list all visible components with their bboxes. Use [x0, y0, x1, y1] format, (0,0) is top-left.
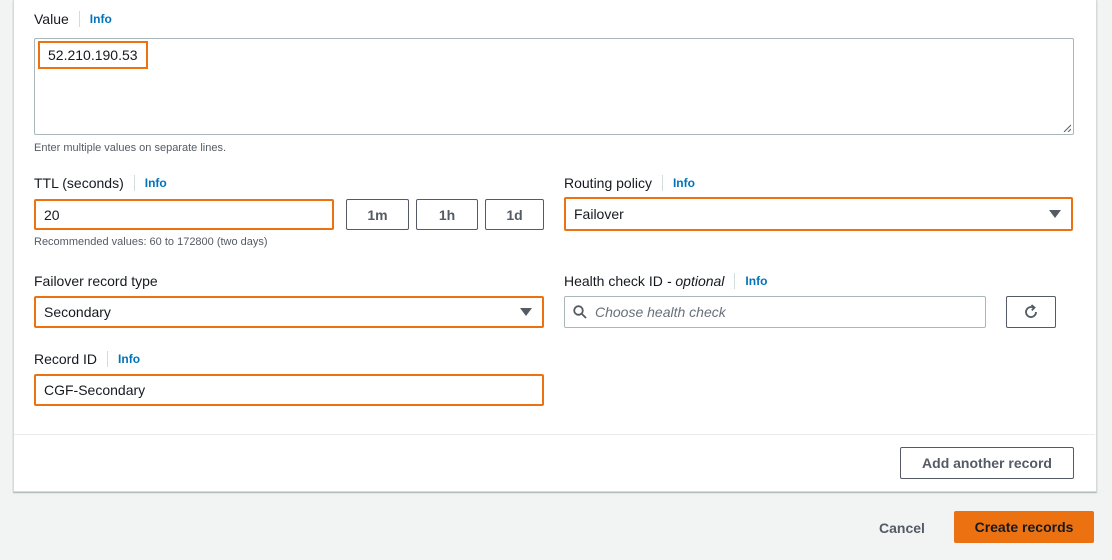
value-hint: Enter multiple values on separate lines.: [34, 142, 226, 154]
caret-down-icon: [520, 308, 532, 316]
separator: [661, 175, 663, 191]
search-icon: [573, 305, 587, 319]
routing-policy-select[interactable]: Failover: [564, 197, 1073, 231]
value-text: 52.210.190.53: [38, 41, 148, 69]
create-records-button[interactable]: Create records: [954, 511, 1094, 543]
value-info-link[interactable]: Info: [90, 12, 112, 26]
cancel-button[interactable]: Cancel: [866, 512, 938, 543]
resize-handle-icon[interactable]: [1063, 124, 1071, 132]
separator: [78, 11, 80, 27]
record-id-label: Record ID: [34, 351, 98, 367]
record-id-label-row: Record ID Info: [34, 351, 140, 367]
separator: [107, 351, 109, 367]
routing-label: Routing policy: [564, 175, 652, 191]
value-label: Value: [34, 11, 69, 27]
ttl-input[interactable]: 20: [34, 199, 334, 230]
value-label-row: Value Info: [34, 11, 112, 27]
routing-info-link[interactable]: Info: [673, 176, 695, 190]
failover-selected: Secondary: [44, 304, 111, 320]
failover-label: Failover record type: [34, 273, 158, 289]
caret-down-icon: [1049, 210, 1061, 218]
ttl-info-link[interactable]: Info: [145, 176, 167, 190]
ttl-label-row: TTL (seconds) Info: [34, 175, 167, 191]
failover-label-row: Failover record type: [34, 273, 158, 289]
ttl-label: TTL (seconds): [34, 175, 124, 191]
failover-record-type-select[interactable]: Secondary: [34, 296, 544, 328]
health-check-label-row: Health check ID - optional Info: [564, 273, 767, 289]
separator: [734, 273, 736, 289]
routing-selected: Failover: [574, 206, 624, 222]
health-check-search-input[interactable]: Choose health check: [564, 296, 986, 328]
ttl-value: 20: [44, 206, 60, 223]
add-another-record-button[interactable]: Add another record: [900, 447, 1074, 479]
ttl-1h-button[interactable]: 1h: [416, 199, 478, 230]
ttl-1d-button[interactable]: 1d: [485, 199, 544, 230]
record-id-info-link[interactable]: Info: [118, 352, 140, 366]
value-textarea[interactable]: 52.210.190.53: [34, 38, 1074, 135]
record-id-input[interactable]: CGF-Secondary: [34, 374, 544, 406]
routing-label-row: Routing policy Info: [564, 175, 695, 191]
record-id-value: CGF-Secondary: [44, 382, 146, 398]
health-check-info-link[interactable]: Info: [745, 274, 767, 288]
refresh-button[interactable]: [1006, 296, 1056, 328]
ttl-hint: Recommended values: 60 to 172800 (two da…: [34, 236, 268, 248]
health-check-label: Health check ID: [564, 273, 663, 289]
refresh-icon: [1025, 304, 1037, 318]
ttl-1m-button[interactable]: 1m: [346, 199, 409, 230]
optional-tag: - optional: [666, 273, 725, 289]
divider: [14, 434, 1095, 435]
health-check-placeholder: Choose health check: [595, 304, 726, 320]
separator: [133, 175, 135, 191]
